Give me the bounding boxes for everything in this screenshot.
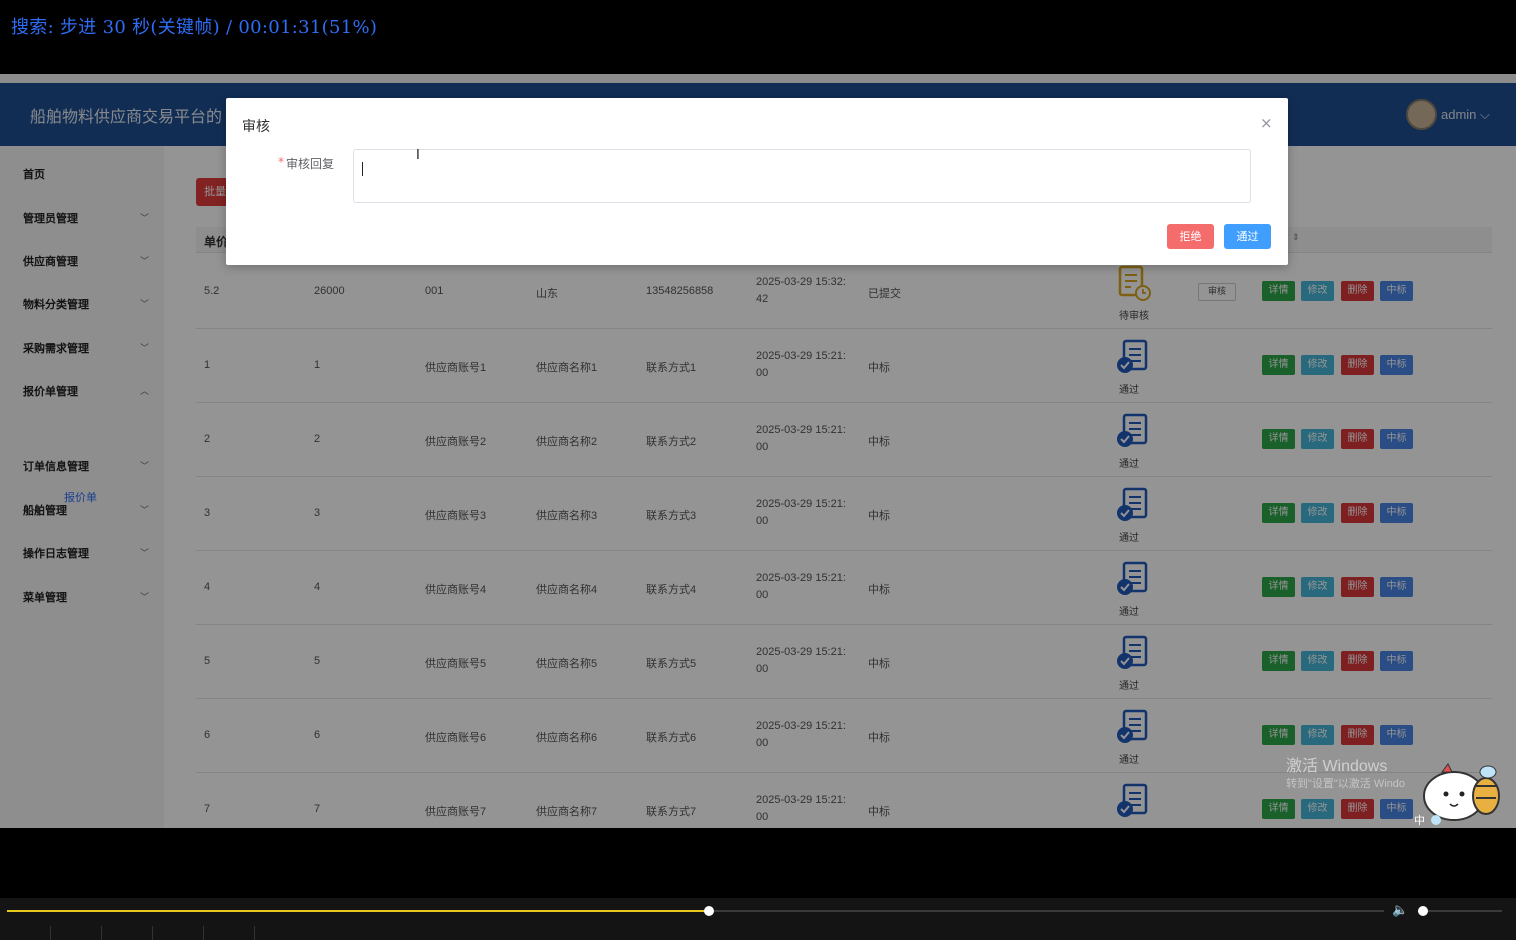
player-osd-bar: 搜索: 步进 30 秒(关键帧) / 00:01:31(51%) <box>0 0 1516 74</box>
audit-reply-label: 审核回复 <box>286 157 335 171</box>
seek-bar-played <box>7 910 709 912</box>
control-divider <box>101 926 102 940</box>
audit-reply-field[interactable] <box>353 149 1251 203</box>
seek-bar[interactable] <box>7 906 1384 916</box>
ibeam-cursor-icon: I <box>416 148 420 163</box>
cartoon-sticker-icon: 中 <box>1414 763 1500 827</box>
audit-dialog: 审核 × * 审核回复 I 拒绝 通过 <box>226 98 1288 265</box>
required-mark: * <box>278 155 284 169</box>
video-frame: 船舶物料供应商交易平台的 admin ⌵ 首页 管理员管理 ﹀ 供应商管理 ﹀ 物料分类管… <box>0 74 1516 828</box>
close-icon[interactable]: × <box>1260 114 1273 132</box>
dialog-title: 审核 <box>242 118 270 134</box>
player-controls-area: 🔈 <box>0 828 1516 940</box>
seek-status-text: 搜索: 步进 30 秒(关键帧) / 00:01:31(51%) <box>11 17 378 38</box>
volume-handle[interactable] <box>1418 906 1428 916</box>
control-divider <box>203 926 204 940</box>
seek-bar-handle[interactable] <box>704 906 714 916</box>
approve-button[interactable]: 通过 <box>1224 224 1271 249</box>
text-caret <box>362 162 363 176</box>
control-divider <box>50 926 51 940</box>
player-controls: 🔈 <box>0 898 1516 940</box>
reject-button[interactable]: 拒绝 <box>1167 224 1214 249</box>
volume-icon[interactable]: 🔈 <box>1392 903 1408 918</box>
activate-windows-hint: 转到"设置"以激活 Windo <box>1286 778 1406 790</box>
volume-slider[interactable] <box>1418 906 1502 916</box>
control-divider <box>254 926 255 940</box>
svg-text:中: 中 <box>1414 814 1425 827</box>
activate-windows-watermark: 激活 Windows <box>1286 758 1388 775</box>
control-divider <box>152 926 153 940</box>
